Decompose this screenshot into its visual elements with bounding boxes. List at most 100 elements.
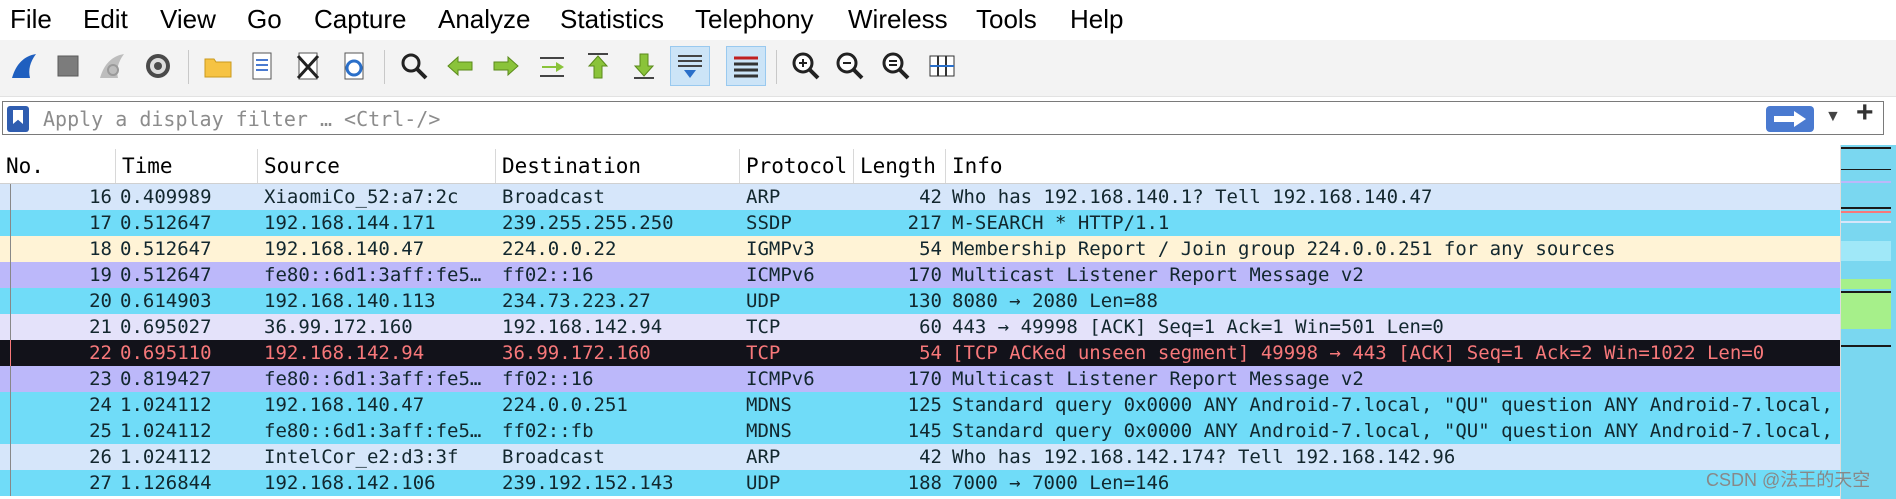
- packet-info: Multicast Listener Report Message v2: [952, 368, 1364, 390]
- packet-row[interactable]: 16 0.409989 XiaomiCo_52:a7:2c Broadcast ARP 4…: [0, 184, 1840, 210]
- menu-edit[interactable]: Edit: [83, 4, 128, 35]
- menu-tools[interactable]: Tools: [976, 4, 1037, 35]
- packet-length: 54: [919, 238, 942, 260]
- display-filter-bar: ▼ +: [0, 96, 1896, 139]
- menu-bar: File Edit View Go Capture Analyze Statis…: [0, 0, 1896, 40]
- packet-row[interactable]: 24 1.024112 192.168.140.47 224.0.0.251 MDNS 1…: [0, 392, 1840, 418]
- packet-row[interactable]: 17 0.512647 192.168.144.171 239.255.255.250…: [0, 210, 1840, 236]
- packet-no: 16: [89, 186, 112, 208]
- packet-row[interactable]: 23 0.819427 fe80::6d1:3aff:fe5… ff02::16 ICM…: [0, 366, 1840, 392]
- packet-length: 54: [919, 342, 942, 364]
- display-filter-input[interactable]: [43, 106, 1743, 132]
- packet-no: 21: [89, 316, 112, 338]
- reload-icon[interactable]: [334, 46, 374, 86]
- go-last-icon[interactable]: [624, 46, 664, 86]
- restart-shark-icon[interactable]: [92, 46, 132, 86]
- packet-row[interactable]: 25 1.024112 fe80::6d1:3aff:fe5… ff02::fb MDN…: [0, 418, 1840, 444]
- menu-analyze[interactable]: Analyze: [438, 4, 531, 35]
- packet-list-header: No. Time Source Destination Protocol Len…: [0, 149, 1840, 184]
- open-folder-icon[interactable]: [198, 46, 238, 86]
- zoom-in-icon[interactable]: [786, 46, 826, 86]
- packet-time: 1.024112: [120, 420, 212, 442]
- column-header-info[interactable]: Info: [946, 149, 1840, 183]
- packet-source: 36.99.172.160: [264, 316, 413, 338]
- packet-no: 19: [89, 264, 112, 286]
- close-file-icon[interactable]: [288, 46, 328, 86]
- watermark-text: CSDN @法王的天空: [1706, 470, 1871, 490]
- packet-length: 170: [907, 368, 942, 390]
- packet-row[interactable]: 22 0.695110 192.168.142.94 36.99.172.160 TCP…: [0, 340, 1840, 366]
- packet-source: fe80::6d1:3aff:fe5…: [264, 368, 482, 390]
- menu-capture[interactable]: Capture: [314, 4, 407, 35]
- packet-destination: Broadcast: [502, 186, 605, 208]
- packet-no: 20: [89, 290, 112, 312]
- go-to-packet-icon[interactable]: [532, 46, 572, 86]
- colorize-icon[interactable]: [726, 46, 766, 86]
- shark-fin-start-icon[interactable]: [4, 46, 44, 86]
- packet-destination: 239.255.255.250: [502, 212, 674, 234]
- packet-source: XiaomiCo_52:a7:2c: [264, 186, 459, 208]
- find-magnifier-icon[interactable]: [394, 46, 434, 86]
- packet-row[interactable]: 18 0.512647 192.168.140.47 224.0.0.22 IGMPv3…: [0, 236, 1840, 262]
- column-header-no[interactable]: No.: [0, 149, 116, 183]
- column-header-source[interactable]: Source: [258, 149, 496, 183]
- autoscroll-icon[interactable]: [670, 46, 710, 86]
- packet-source: IntelCor_e2:d3:3f: [264, 446, 459, 468]
- go-first-icon[interactable]: [578, 46, 618, 86]
- packet-source: fe80::6d1:3aff:fe5…: [264, 420, 482, 442]
- packet-length: 217: [907, 212, 942, 234]
- packet-time: 0.614903: [120, 290, 212, 312]
- packet-destination: 239.192.152.143: [502, 472, 674, 494]
- column-header-protocol[interactable]: Protocol: [740, 149, 854, 183]
- filter-bookmark-icon[interactable]: [7, 106, 29, 132]
- packet-time: 1.024112: [120, 446, 212, 468]
- packet-time: 0.819427: [120, 368, 212, 390]
- go-forward-arrow-icon[interactable]: [486, 46, 526, 86]
- packet-destination: 234.73.223.27: [502, 290, 651, 312]
- resize-columns-icon[interactable]: [922, 46, 962, 86]
- packet-protocol: MDNS: [746, 420, 792, 442]
- column-header-length[interactable]: Length: [854, 149, 946, 183]
- zoom-out-icon[interactable]: [830, 46, 870, 86]
- packet-destination: ff02::16: [502, 264, 594, 286]
- stop-square-icon[interactable]: [48, 46, 88, 86]
- packet-info: 443 → 49998 [ACK] Seq=1 Ack=1 Win=501 Le…: [952, 316, 1444, 338]
- zoom-normal-icon[interactable]: [876, 46, 916, 86]
- packet-row[interactable]: 19 0.512647 fe80::6d1:3aff:fe5… ff02::16 ICM…: [0, 262, 1840, 288]
- capture-options-gear-icon[interactable]: [138, 46, 178, 86]
- column-header-time[interactable]: Time: [116, 149, 258, 183]
- packet-destination: 224.0.0.22: [502, 238, 617, 260]
- menu-go[interactable]: Go: [247, 4, 282, 35]
- packet-row[interactable]: 20 0.614903 192.168.140.113 234.73.223.27 UD…: [0, 288, 1840, 314]
- packet-minimap-scrollbar[interactable]: [1840, 145, 1896, 499]
- column-header-destination[interactable]: Destination: [496, 149, 740, 183]
- menu-telephony[interactable]: Telephony: [695, 4, 814, 35]
- packet-source: 192.168.140.47: [264, 238, 425, 260]
- packet-row[interactable]: 27 1.126844 192.168.142.106 239.192.152.143…: [0, 470, 1840, 496]
- menu-file[interactable]: File: [10, 4, 52, 35]
- packet-source: 192.168.140.113: [264, 290, 436, 312]
- packet-row[interactable]: 21 0.695027 36.99.172.160 192.168.142.94 TCP…: [0, 314, 1840, 340]
- packet-source: 192.168.140.47: [264, 394, 425, 416]
- menu-help[interactable]: Help: [1070, 4, 1123, 35]
- packet-row[interactable]: 26 1.024112 IntelCor_e2:d3:3f Broadcast ARP 4…: [0, 444, 1840, 470]
- save-file-icon[interactable]: [242, 46, 282, 86]
- packet-length: 42: [919, 186, 942, 208]
- packet-protocol: ICMPv6: [746, 368, 815, 390]
- display-filter-box: ▼: [2, 101, 1884, 135]
- packet-source: fe80::6d1:3aff:fe5…: [264, 264, 482, 286]
- add-filter-button-icon[interactable]: +: [1856, 96, 1874, 130]
- menu-statistics[interactable]: Statistics: [560, 4, 664, 35]
- packet-no: 24: [89, 394, 112, 416]
- menu-wireless[interactable]: Wireless: [848, 4, 948, 35]
- go-back-arrow-icon[interactable]: [440, 46, 480, 86]
- packet-no: 25: [89, 420, 112, 442]
- packet-destination: 192.168.142.94: [502, 316, 663, 338]
- packet-info: Who has 192.168.140.1? Tell 192.168.140.…: [952, 186, 1433, 208]
- filter-history-dropdown-icon[interactable]: ▼: [1825, 108, 1841, 126]
- apply-filter-arrow-icon[interactable]: [1766, 106, 1814, 132]
- packet-no: 27: [89, 472, 112, 494]
- packet-time: 0.695027: [120, 316, 212, 338]
- packet-source: 192.168.142.94: [264, 342, 425, 364]
- menu-view[interactable]: View: [160, 4, 216, 35]
